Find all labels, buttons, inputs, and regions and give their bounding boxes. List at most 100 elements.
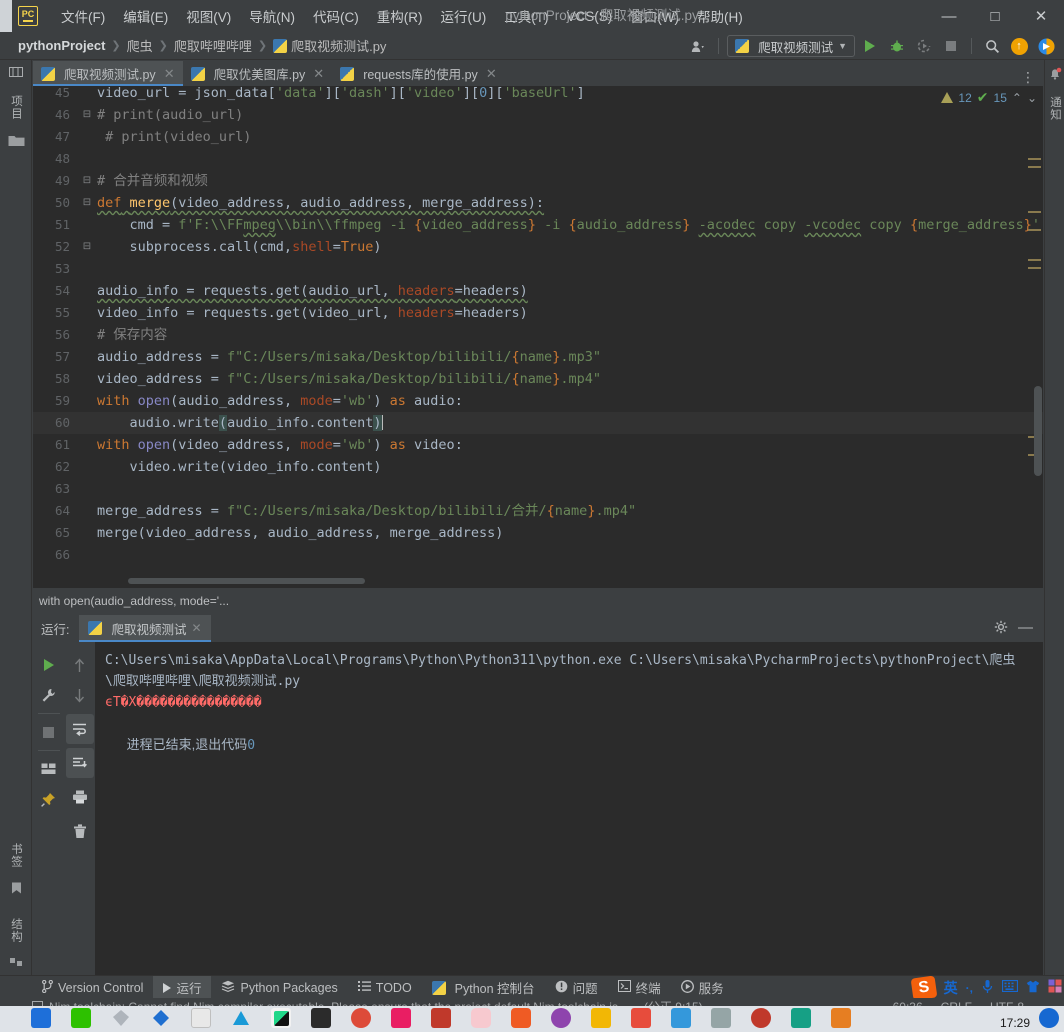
menu-vcs[interactable]: VCS(S) [558, 5, 622, 28]
inspection-widget[interactable]: 12 ✔ 15 ⌃ ⌄ [941, 89, 1037, 106]
bottom-item-version-control[interactable]: Version Control [32, 976, 153, 1000]
sidebar-item-project[interactable]: 项目 [0, 84, 32, 130]
maximize-button[interactable]: □ [972, 0, 1018, 32]
taskbar-app-rose[interactable] [466, 1006, 496, 1032]
fold-marker[interactable] [79, 126, 95, 148]
project-tool-icon[interactable] [0, 60, 32, 84]
editor-tab-1[interactable]: 爬取优美图库.py ✕ [183, 61, 333, 86]
taskbar-app-extra-2[interactable] [546, 1006, 576, 1032]
fold-marker[interactable] [79, 412, 95, 434]
run-with-coverage-button[interactable] [912, 35, 936, 57]
editor-horizontal-scrollbar[interactable] [128, 578, 365, 584]
bottom-item-run[interactable]: 运行 [153, 975, 212, 1000]
taskbar-clock[interactable]: 17:29 [1000, 1016, 1030, 1030]
close-icon[interactable]: ✕ [192, 621, 202, 635]
scroll-to-end-button[interactable] [65, 748, 94, 778]
fold-marker[interactable] [79, 148, 95, 170]
debug-button[interactable] [885, 35, 909, 57]
taskbar-app-explorer[interactable] [26, 1006, 56, 1032]
fold-marker[interactable] [79, 544, 95, 566]
sidebar-item-bookmarks[interactable]: 书签 [0, 832, 32, 878]
sidebar-item-structure[interactable]: 结构 [0, 907, 32, 953]
fold-marker[interactable] [79, 500, 95, 522]
bottom-item-python-packages[interactable]: Python Packages [211, 976, 347, 1000]
menu-view[interactable]: 视图(V) [177, 2, 240, 30]
minimize-icon[interactable]: — [1018, 620, 1033, 635]
menu-refactor[interactable]: 重构(R) [368, 2, 432, 30]
run-configuration-selector[interactable]: 爬取视频测试 ▼ [727, 35, 855, 57]
fold-marker[interactable] [79, 390, 95, 412]
fold-marker[interactable] [79, 280, 95, 302]
menu-tools[interactable]: 工具(T) [495, 2, 557, 30]
taskbar-app-extra-8[interactable] [786, 1006, 816, 1032]
up-stack-button[interactable] [66, 650, 94, 680]
close-icon[interactable]: ✕ [313, 66, 324, 82]
editor-tab-options-icon[interactable]: ⋮ [1014, 69, 1043, 86]
taskbar-app-extra-5[interactable] [666, 1006, 696, 1032]
taskbar-app-teams[interactable] [226, 1006, 256, 1032]
structure-icon[interactable] [0, 953, 32, 974]
run-button[interactable] [858, 35, 882, 57]
fold-marker[interactable] [79, 324, 95, 346]
close-button[interactable]: ✕ [1018, 0, 1064, 32]
taskbar-app-extra-1[interactable] [506, 1006, 536, 1032]
layout-button[interactable] [35, 754, 63, 784]
skin-icon[interactable] [1026, 980, 1040, 996]
taskbar-app-terminal[interactable] [306, 1006, 336, 1032]
toolbox-icon[interactable] [1048, 979, 1062, 996]
bookmark-icon[interactable] [0, 878, 32, 899]
rerun-button[interactable] [35, 650, 63, 680]
ime-mode-label[interactable]: 英 [944, 978, 958, 998]
menu-file[interactable]: 文件(F) [52, 2, 114, 30]
taskbar-app-diamond[interactable] [106, 1006, 136, 1032]
taskbar-notification-icon[interactable] [1034, 1006, 1064, 1032]
bottom-item-todo[interactable]: TODO [348, 976, 422, 1000]
fold-marker[interactable] [79, 346, 95, 368]
taskbar-app-extra-4[interactable] [626, 1006, 656, 1032]
taskbar-app-extra-6[interactable] [706, 1006, 736, 1032]
folder-icon[interactable] [0, 130, 32, 151]
bottom-item-terminal[interactable]: 终端 [608, 976, 671, 1000]
prev-problem-icon[interactable]: ⌃ [1012, 91, 1022, 105]
stop-button[interactable] [35, 717, 63, 747]
soft-wrap-button[interactable] [65, 714, 94, 744]
taskbar-app-blue-diamond[interactable] [146, 1006, 176, 1032]
fold-marker[interactable]: ⊟ [79, 104, 95, 126]
fold-marker[interactable] [79, 434, 95, 456]
taskbar-app-books[interactable] [426, 1006, 456, 1032]
modify-run-configuration-button[interactable] [35, 680, 63, 710]
bottom-item-services[interactable]: 服务 [671, 976, 734, 1000]
pin-tab-button[interactable] [35, 784, 63, 814]
minimize-button[interactable]: — [926, 0, 972, 32]
menu-help[interactable]: 帮助(H) [688, 2, 752, 30]
bottom-item-problems[interactable]: 问题 [545, 976, 608, 1000]
ime-punctuation-icon[interactable]: ·, [966, 981, 973, 995]
taskbar-app-pycharm[interactable] [266, 1006, 296, 1032]
sidebar-item-notifications[interactable]: 通知 [1045, 85, 1064, 131]
close-icon[interactable]: ✕ [486, 66, 497, 82]
taskbar-app-pink[interactable] [386, 1006, 416, 1032]
gear-icon[interactable] [994, 620, 1008, 637]
clear-all-button[interactable] [66, 816, 94, 846]
taskbar-app-extra-7[interactable] [746, 1006, 776, 1032]
menu-run[interactable]: 运行(U) [432, 2, 496, 30]
code-editor[interactable]: 12 ✔ 15 ⌃ ⌄ 45 video_url = json_data['da… [33, 86, 1043, 588]
fold-marker[interactable] [79, 214, 95, 236]
editor-tab-2[interactable]: requests库的使用.py ✕ [332, 61, 505, 86]
user-silhouette-icon[interactable] [686, 35, 710, 57]
fold-marker[interactable]: ⊟ [79, 170, 95, 192]
editor-breadcrumb[interactable]: with open(audio_address, mode='... [33, 590, 1043, 612]
taskbar-app-chrome[interactable] [346, 1006, 376, 1032]
bottom-item-python-console[interactable]: Python 控制台 [422, 976, 545, 1000]
fold-marker[interactable] [79, 302, 95, 324]
sogou-logo-icon[interactable]: S [910, 974, 938, 1001]
fold-marker[interactable] [79, 456, 95, 478]
breadcrumb-file[interactable]: 爬取视频测试.py [291, 36, 386, 55]
print-button[interactable] [66, 782, 94, 812]
search-icon[interactable] [980, 35, 1004, 57]
fold-marker[interactable] [79, 522, 95, 544]
menu-navigate[interactable]: 导航(N) [240, 2, 304, 30]
down-stack-button[interactable] [66, 680, 94, 710]
breadcrumb-folder-crawler[interactable]: 爬虫 [127, 36, 153, 55]
close-icon[interactable]: ✕ [164, 66, 175, 82]
